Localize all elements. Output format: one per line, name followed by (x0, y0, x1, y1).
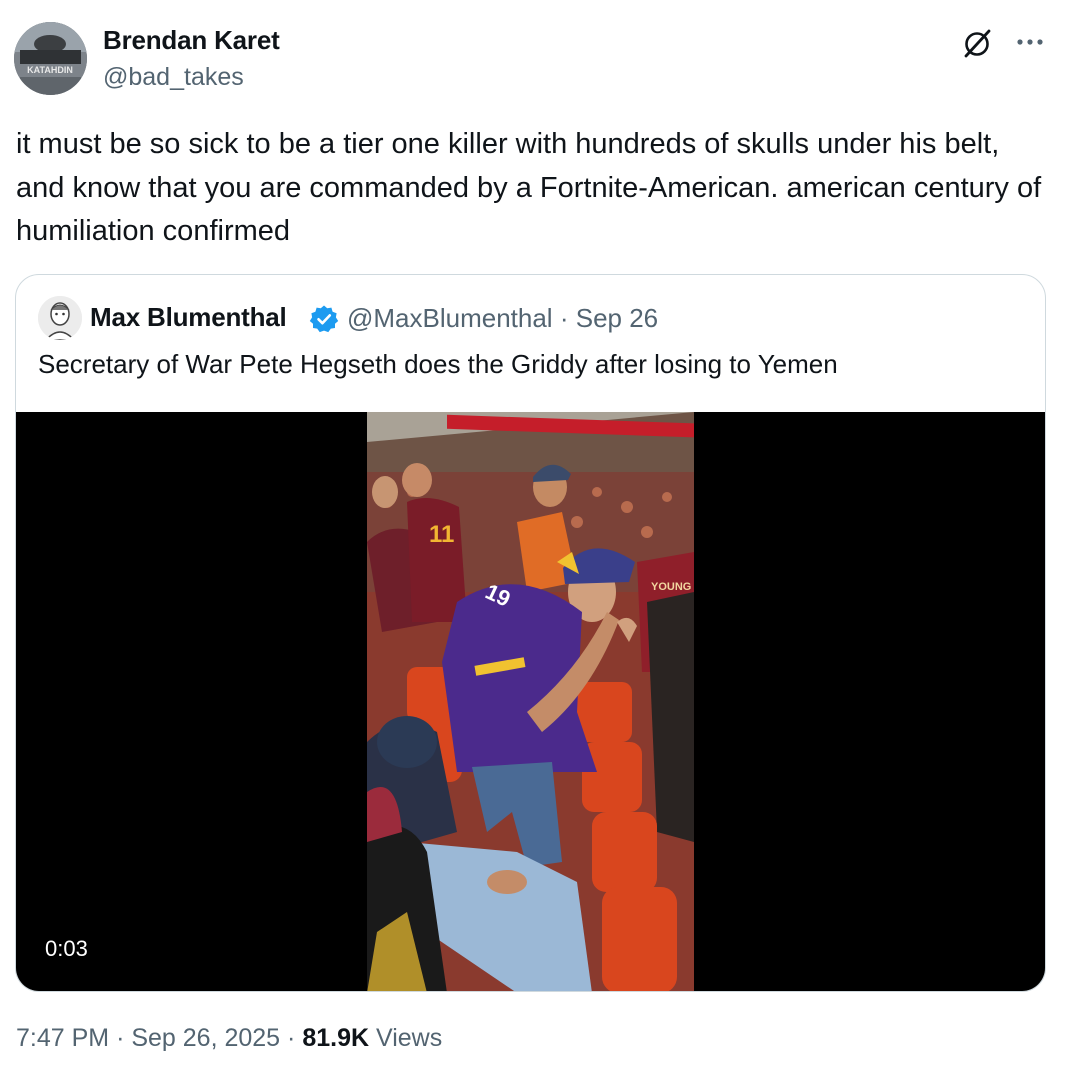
video-player[interactable]: 11 YOUNG 19 0:03 (16, 412, 1045, 991)
quote-separator: · (559, 303, 569, 333)
video-duration: 0:03 (39, 934, 94, 964)
grok-icon[interactable] (960, 26, 994, 60)
verified-badge-icon (309, 304, 339, 334)
tweet-time[interactable]: 7:47 PM (16, 1024, 109, 1052)
quoted-tweet[interactable]: Max Blumenthal @MaxBlumenthal · Sep 26 S… (15, 274, 1046, 992)
tweet: KATAHDIN Brendan Karet @bad_takes it mus… (0, 0, 1068, 1084)
tweet-date[interactable]: Sep 26, 2025 (131, 1024, 280, 1052)
author-avatar[interactable]: KATAHDIN (14, 22, 87, 95)
svg-text:11: 11 (429, 521, 454, 548)
views-count[interactable]: 81.9K (302, 1024, 369, 1052)
more-icon[interactable] (1014, 26, 1046, 58)
tweet-text: it must be so sick to be a tier one kill… (16, 128, 1042, 247)
video-frame[interactable]: 11 YOUNG 19 (367, 412, 694, 991)
meta-separator: · (116, 1024, 125, 1052)
author-handle[interactable]: @bad_takes (103, 63, 244, 92)
tweet-meta: 7:47 PM · Sep 26, 2025 · 81.9K Views (16, 1024, 442, 1053)
quote-handle-date[interactable]: @MaxBlumenthal · Sep 26 (347, 303, 658, 334)
meta-separator-2: · (287, 1024, 296, 1052)
views-label: Views (376, 1024, 443, 1052)
avatar-sign-text: KATAHDIN (27, 65, 73, 75)
author-name[interactable]: Brendan Karet (103, 25, 280, 56)
quote-date[interactable]: Sep 26 (576, 303, 658, 333)
quote-text: Secretary of War Pete Hegseth does the G… (38, 349, 838, 379)
quote-author-name[interactable]: Max Blumenthal (90, 302, 287, 333)
quote-author-handle[interactable]: @MaxBlumenthal (347, 303, 553, 333)
quote-author-avatar[interactable] (38, 296, 82, 340)
back-jersey-text: YOUNG (651, 581, 691, 593)
